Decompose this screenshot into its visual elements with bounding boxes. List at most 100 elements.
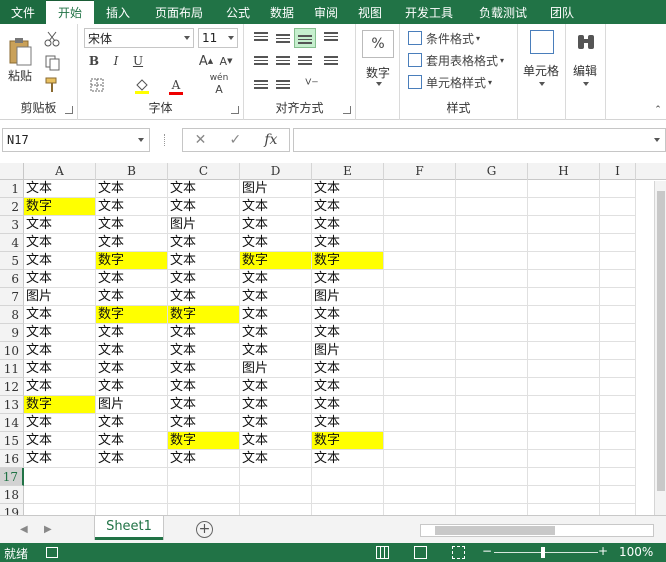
cell-f7[interactable] bbox=[384, 288, 456, 306]
cell-a8[interactable]: 文本 bbox=[24, 306, 96, 324]
cell-i12[interactable] bbox=[600, 378, 636, 396]
cell-g17[interactable] bbox=[456, 468, 528, 486]
tab-formulas[interactable]: 公式 bbox=[216, 0, 260, 24]
cell-d1[interactable]: 图片 bbox=[240, 180, 312, 198]
cell-f3[interactable] bbox=[384, 216, 456, 234]
cell-f5[interactable] bbox=[384, 252, 456, 270]
cell-c11[interactable]: 文本 bbox=[168, 360, 240, 378]
cell-f6[interactable] bbox=[384, 270, 456, 288]
cell-d18[interactable] bbox=[240, 486, 312, 504]
cell-b19[interactable] bbox=[96, 504, 168, 515]
cell-c10[interactable]: 文本 bbox=[168, 342, 240, 360]
prev-sheet-icon[interactable]: ◀ bbox=[20, 524, 28, 535]
cell-h4[interactable] bbox=[528, 234, 600, 252]
cell-f2[interactable] bbox=[384, 198, 456, 216]
cell-i14[interactable] bbox=[600, 414, 636, 432]
cell-e10[interactable]: 图片 bbox=[312, 342, 384, 360]
increase-indent-icon[interactable] bbox=[276, 80, 290, 92]
cell-c14[interactable]: 文本 bbox=[168, 414, 240, 432]
font-launcher-icon[interactable] bbox=[231, 106, 239, 114]
cell-f16[interactable] bbox=[384, 450, 456, 468]
grow-font-icon[interactable]: A ▲ bbox=[198, 52, 214, 70]
row-header-19[interactable]: 19 bbox=[0, 504, 24, 515]
cell-h17[interactable] bbox=[528, 468, 600, 486]
cell-c13[interactable]: 文本 bbox=[168, 396, 240, 414]
cell-d2[interactable]: 文本 bbox=[240, 198, 312, 216]
align-center-icon[interactable] bbox=[276, 56, 290, 68]
fill-color-icon[interactable] bbox=[130, 76, 154, 96]
horizontal-scroll-thumb[interactable] bbox=[435, 526, 555, 535]
cell-h11[interactable] bbox=[528, 360, 600, 378]
cell-b11[interactable]: 文本 bbox=[96, 360, 168, 378]
tab-review[interactable]: 审阅 bbox=[304, 0, 348, 24]
cell-b3[interactable]: 文本 bbox=[96, 216, 168, 234]
row-header-18[interactable]: 18 bbox=[0, 486, 24, 504]
cell-f4[interactable] bbox=[384, 234, 456, 252]
row-header-3[interactable]: 3 bbox=[0, 216, 24, 234]
row-header-8[interactable]: 8 bbox=[0, 306, 24, 324]
tab-insert[interactable]: 插入 bbox=[94, 0, 142, 24]
conditional-format-button[interactable]: 条件格式 ▾ bbox=[408, 28, 480, 48]
cell-a19[interactable] bbox=[24, 504, 96, 515]
text-direction-icon[interactable]: ⱽ⁻ bbox=[300, 76, 324, 94]
column-header-a[interactable]: A bbox=[24, 163, 96, 180]
cell-g4[interactable] bbox=[456, 234, 528, 252]
cell-i13[interactable] bbox=[600, 396, 636, 414]
cell-d13[interactable]: 文本 bbox=[240, 396, 312, 414]
tab-team[interactable]: 团队 bbox=[540, 0, 584, 24]
cell-e8[interactable]: 文本 bbox=[312, 306, 384, 324]
row-header-16[interactable]: 16 bbox=[0, 450, 24, 468]
cut-icon[interactable] bbox=[42, 30, 62, 48]
cell-i19[interactable] bbox=[600, 504, 636, 515]
cell-f19[interactable] bbox=[384, 504, 456, 515]
cell-b9[interactable]: 文本 bbox=[96, 324, 168, 342]
cell-h16[interactable] bbox=[528, 450, 600, 468]
cell-g19[interactable] bbox=[456, 504, 528, 515]
cell-i11[interactable] bbox=[600, 360, 636, 378]
borders-icon[interactable] bbox=[86, 76, 108, 94]
cell-a16[interactable]: 文本 bbox=[24, 450, 96, 468]
cell-a10[interactable]: 文本 bbox=[24, 342, 96, 360]
cell-c15[interactable]: 数字 bbox=[168, 432, 240, 450]
cell-a5[interactable]: 文本 bbox=[24, 252, 96, 270]
cell-f1[interactable] bbox=[384, 180, 456, 198]
page-break-view-icon[interactable] bbox=[452, 546, 465, 559]
cell-h18[interactable] bbox=[528, 486, 600, 504]
cell-a11[interactable]: 文本 bbox=[24, 360, 96, 378]
font-name-combo[interactable]: 宋体 bbox=[84, 28, 194, 48]
select-all-corner[interactable] bbox=[0, 163, 24, 180]
cell-b17[interactable] bbox=[96, 468, 168, 486]
row-header-2[interactable]: 2 bbox=[0, 198, 24, 216]
cell-d11[interactable]: 图片 bbox=[240, 360, 312, 378]
align-top-icon[interactable] bbox=[254, 32, 268, 44]
cell-c16[interactable]: 文本 bbox=[168, 450, 240, 468]
row-header-9[interactable]: 9 bbox=[0, 324, 24, 342]
cell-d19[interactable] bbox=[240, 504, 312, 515]
cell-b8[interactable]: 数字 bbox=[96, 306, 168, 324]
row-header-13[interactable]: 13 bbox=[0, 396, 24, 414]
bold-button[interactable]: B bbox=[86, 52, 102, 70]
zoom-in-icon[interactable]: + bbox=[598, 544, 608, 558]
cell-i17[interactable] bbox=[600, 468, 636, 486]
cell-a9[interactable]: 文本 bbox=[24, 324, 96, 342]
column-header-e[interactable]: E bbox=[312, 163, 384, 180]
cell-d17[interactable] bbox=[240, 468, 312, 486]
cell-b18[interactable] bbox=[96, 486, 168, 504]
column-header-d[interactable]: D bbox=[240, 163, 312, 180]
cell-e12[interactable]: 文本 bbox=[312, 378, 384, 396]
cell-b15[interactable]: 文本 bbox=[96, 432, 168, 450]
tab-load-test[interactable]: 负载测试 bbox=[466, 0, 540, 24]
cell-g11[interactable] bbox=[456, 360, 528, 378]
cell-g2[interactable] bbox=[456, 198, 528, 216]
cell-i1[interactable] bbox=[600, 180, 636, 198]
cell-f12[interactable] bbox=[384, 378, 456, 396]
column-header-h[interactable]: H bbox=[528, 163, 600, 180]
cell-styles-button[interactable]: 单元格样式 ▾ bbox=[408, 72, 492, 92]
align-middle-icon[interactable] bbox=[276, 34, 290, 46]
cell-e16[interactable]: 文本 bbox=[312, 450, 384, 468]
cell-f14[interactable] bbox=[384, 414, 456, 432]
font-color-button[interactable]: A bbox=[166, 76, 186, 96]
cell-f13[interactable] bbox=[384, 396, 456, 414]
italic-button[interactable]: I bbox=[108, 52, 124, 70]
cell-g6[interactable] bbox=[456, 270, 528, 288]
